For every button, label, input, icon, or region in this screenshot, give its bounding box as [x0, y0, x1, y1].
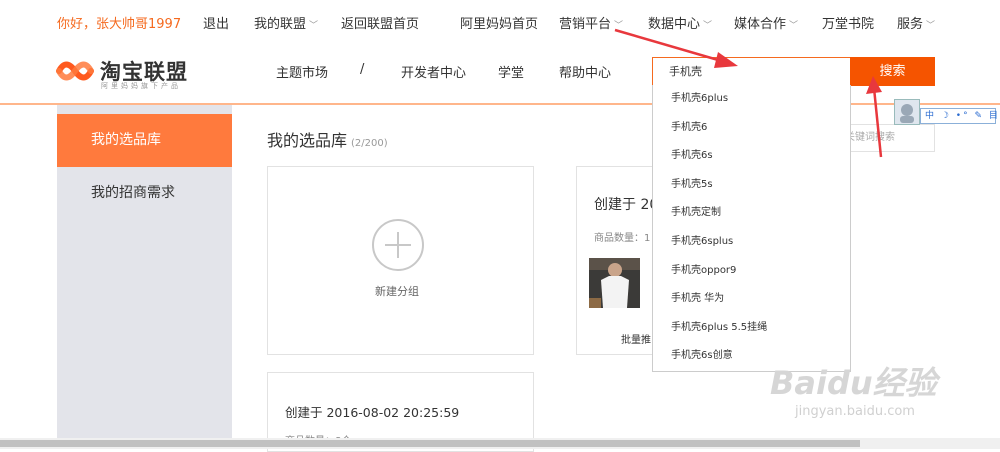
watermark-url: jingyan.baidu.com	[795, 404, 915, 419]
arrow-head-icon	[714, 52, 738, 68]
watermark: Baidu经验	[770, 364, 937, 402]
arrow-line	[614, 28, 726, 64]
arrow-head-icon	[866, 76, 882, 94]
scrollbar-thumb[interactable]	[0, 440, 860, 447]
arrow-line	[872, 87, 883, 158]
